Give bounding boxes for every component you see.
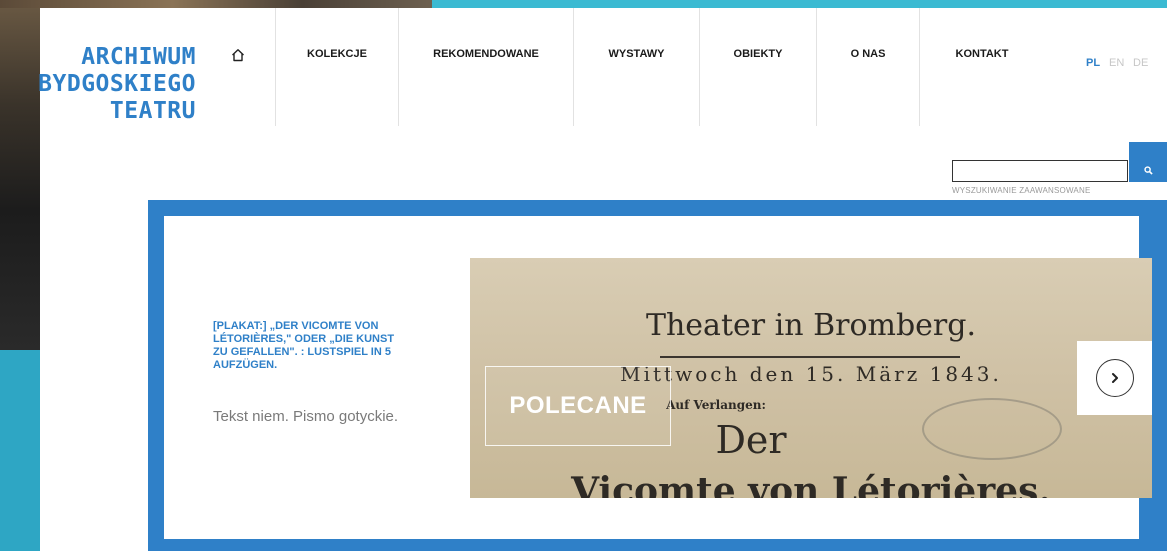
poster-text-line: Theater in Bromberg.: [645, 308, 977, 343]
nav-item-wystawy[interactable]: WYSTAWY: [574, 0, 699, 118]
teal-accent-left: [0, 350, 40, 551]
nav-item-obiekty[interactable]: OBIEKTY: [700, 0, 816, 118]
advanced-search-link[interactable]: WYSZUKIWANIE ZAAWANSOWANE: [952, 186, 1090, 195]
logo-line-3: TEATRU: [109, 98, 196, 124]
search-icon: [1143, 166, 1153, 175]
logo-line-1: ARCHIWUM: [81, 44, 196, 70]
chevron-right-icon: [1111, 373, 1118, 383]
featured-item-description: Tekst niem. Pismo gotyckie.: [213, 408, 399, 425]
next-button-circle: [1095, 359, 1134, 397]
poster-stamp: [922, 398, 1062, 460]
featured-box-inner: [PLAKAT:] „DER VICOMTE VON LÉTORIÈRES," …: [164, 216, 1152, 539]
site-logo[interactable]: ARCHIWUM BYDGOSKIEGO TEATRU: [38, 44, 196, 125]
nav-item-kolekcje[interactable]: KOLEKCJE: [276, 0, 398, 118]
nav-item-rekomendowane[interactable]: REKOMENDOWANE: [399, 0, 573, 118]
nav-home[interactable]: [222, 0, 254, 118]
featured-badge: POLECANE: [485, 366, 671, 446]
lang-en[interactable]: EN: [1109, 57, 1124, 69]
lang-de[interactable]: DE: [1133, 57, 1148, 69]
featured-item-title[interactable]: [PLAKAT:] „DER VICOMTE VON LÉTORIÈRES," …: [213, 320, 403, 372]
background-photo: [0, 0, 40, 350]
nav-item-o-nas[interactable]: O NAS: [817, 0, 919, 118]
search-button[interactable]: [1129, 142, 1167, 182]
poster-rule: [660, 356, 960, 358]
featured-box: [PLAKAT:] „DER VICOMTE VON LÉTORIÈRES," …: [148, 200, 1167, 551]
search-input[interactable]: [952, 160, 1128, 182]
nav-item-kontakt[interactable]: KONTAKT: [920, 0, 1044, 118]
poster-text-line: Vicomte von Létorières.: [571, 470, 1051, 498]
logo-line-2: BYDGOSKIEGO: [38, 71, 196, 97]
slider-next-button[interactable]: [1077, 341, 1152, 415]
lang-pl[interactable]: PL: [1086, 57, 1100, 69]
home-icon: [232, 49, 244, 62]
